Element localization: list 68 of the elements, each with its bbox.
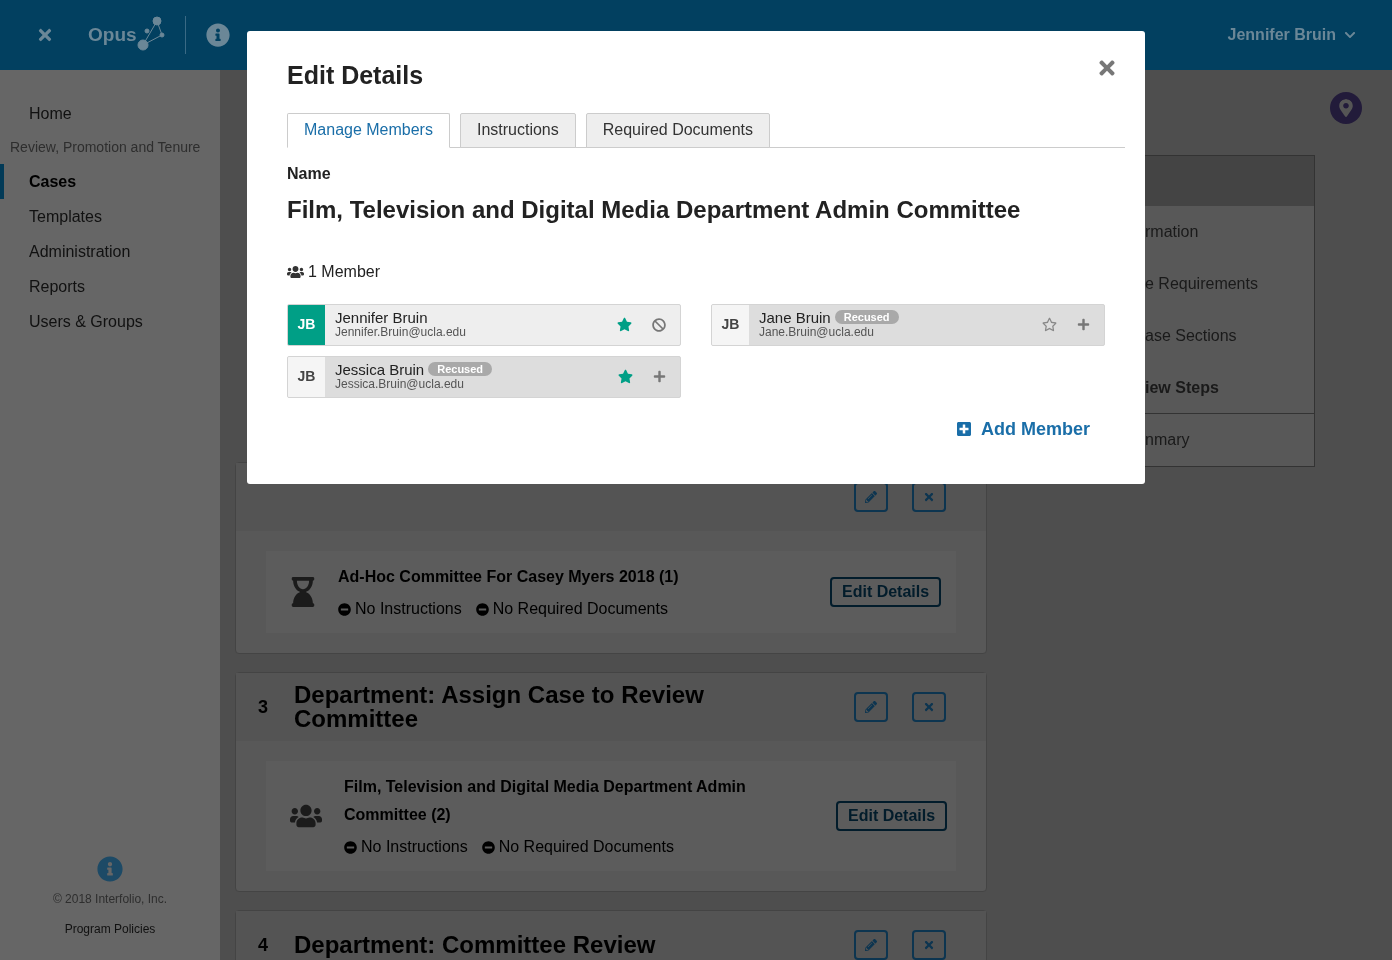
close-icon [923,491,935,503]
member-email: Jessica.Bruin@ucla.edu [335,376,465,392]
sidebar-item[interactable]: Cases [0,164,220,199]
star-outline-icon[interactable] [1042,317,1057,332]
location-pin-icon[interactable] [1330,92,1362,124]
documents-status: No Required Documents [498,837,674,857]
member-avatar: JB [288,356,325,397]
member-row[interactable]: JB Jessica Bruin Recused Jessica.Bruin@ucla.edu [287,355,681,398]
user-menu[interactable]: Jennifer Bruin [1227,23,1356,47]
star-icon[interactable] [618,369,633,384]
sidebar-item[interactable]: Users & Groups [0,304,220,339]
name-label: Name [287,163,332,184]
info-icon [205,23,230,47]
edit-details-button[interactable]: Edit Details [836,801,948,831]
pencil-icon [865,701,877,713]
member-name: Jane Bruin [759,309,831,325]
instructions-status: No Instructions [355,599,462,619]
member-email: Jennifer.Bruin@ucla.edu [335,324,466,340]
sidebar-item[interactable]: Templates [0,199,220,234]
member-avatar: JB [288,304,325,345]
plus-icon[interactable] [653,370,666,383]
pencil-icon [865,939,877,951]
outline-item[interactable]: rmation [1145,206,1314,258]
close-icon[interactable] [36,26,54,44]
policies-link[interactable]: Program Policies [64,920,156,938]
star-icon[interactable] [617,317,632,332]
users-icon [287,264,304,279]
member-row[interactable]: JB Jane Bruin Recused Jane.Bruin@ucla.edu [711,303,1105,346]
member-row[interactable]: JB Jennifer Bruin Jennifer.Bruin@ucla.edu [287,303,681,346]
dialog-tab[interactable]: Manage Members [287,112,450,148]
close-icon [923,939,935,951]
outline-item[interactable]: ase Sections [1145,310,1314,362]
step-title: Department: Committee Review [294,933,657,957]
plus-icon[interactable] [1077,318,1090,331]
member-avatar: JB [712,304,749,345]
step-number: 4 [258,933,269,957]
copyright-text: © 2018 Interfolio, Inc. [52,891,168,908]
member-count: 1 Member [308,261,381,282]
outline-item[interactable]: e Requirements [1145,258,1314,310]
outline-item[interactable]: nmary [1145,414,1314,466]
step-title: Department: Assign Case to Review Committee [294,683,705,731]
edit-details-button[interactable]: Edit Details [830,577,942,607]
member-name: Jennifer Bruin [335,309,428,325]
recused-badge: Recused [428,362,493,376]
step-number: 3 [258,695,269,719]
block-icon[interactable] [652,317,666,332]
dialog-title: Edit Details [287,60,424,91]
sidebar-item[interactable]: Administration [0,234,220,269]
hourglass-icon [290,577,316,607]
brand-name: Opus [88,22,137,47]
pencil-icon [865,491,877,503]
dialog-tab[interactable]: Required Documents [585,112,771,148]
sidebar-item[interactable]: Reports [0,269,220,304]
close-icon [923,701,935,713]
instructions-status: No Instructions [361,837,468,857]
add-member-button[interactable]: Add Member [956,415,1090,443]
recused-badge: Recused [834,310,899,324]
dialog-tab[interactable]: Instructions [459,112,576,148]
task-title: Film, Television and Digital Media Department Admin Committee (2) [344,777,747,825]
chevron-down-icon [1344,29,1356,41]
committee-name: Film, Television and Digital Media Department Admin Committee [287,194,1022,225]
task-title: Ad-Hoc Committee For Casey Myers 2018 (1) [338,567,680,587]
info-icon [97,856,123,882]
member-name: Jessica Bruin [335,361,425,377]
sidebar-section: Review, Promotion and Tenure [0,131,220,164]
documents-status: No Required Documents [492,599,668,619]
sidebar-item[interactable]: Home [0,96,220,131]
member-email: Jane.Bruin@ucla.edu [759,324,875,340]
